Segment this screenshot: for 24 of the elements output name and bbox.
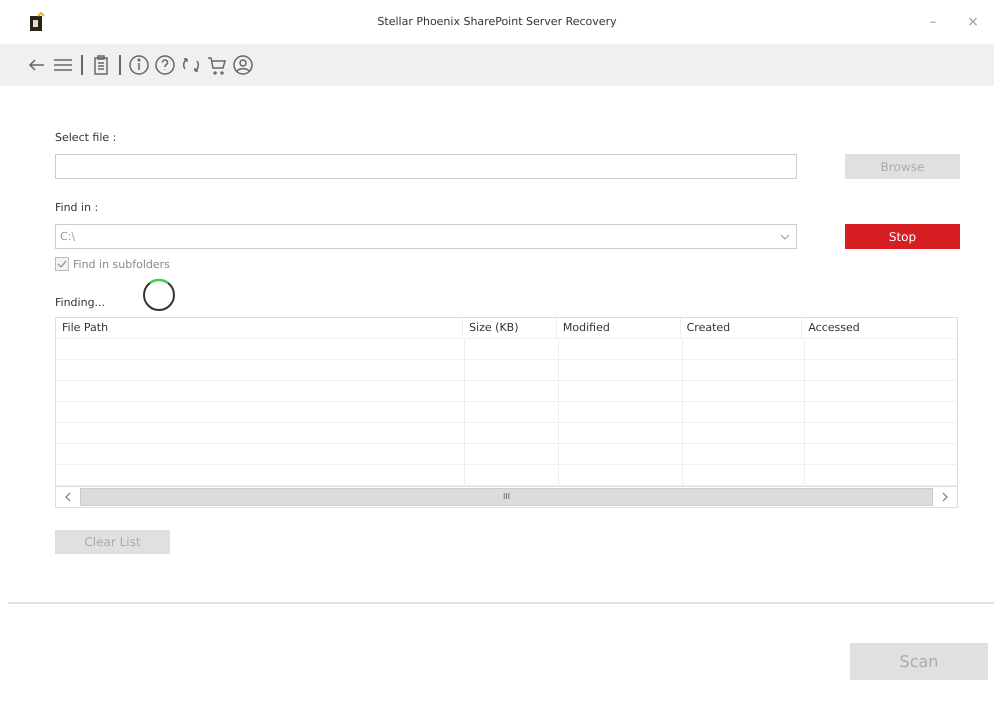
column-header[interactable]: Size (KB) (463, 318, 557, 338)
app-logo-icon (29, 12, 45, 32)
info-icon[interactable] (128, 54, 150, 76)
minimize-button[interactable]: – (920, 14, 946, 30)
help-icon[interactable] (154, 54, 176, 76)
checkbox-label: Find in subfolders (73, 258, 170, 270)
field-label: Find in : (55, 201, 100, 214)
column-header[interactable]: File Path (56, 318, 464, 338)
column-header[interactable]: Accessed (802, 318, 957, 338)
horizontal-scrollbar[interactable]: III (56, 486, 957, 507)
column-header[interactable]: Modified (556, 318, 681, 338)
user-icon[interactable] (232, 54, 254, 76)
status-text: Finding... (55, 296, 106, 308)
stop-button[interactable]: Stop (845, 224, 960, 249)
scroll-thumb[interactable]: III (80, 488, 933, 506)
folder-dropdown[interactable]: C:\ (55, 224, 797, 249)
field-label: Select file : (55, 131, 118, 144)
file-path-field[interactable] (55, 154, 797, 179)
close-button[interactable]: × (960, 14, 986, 30)
chevron-down-icon (780, 234, 790, 240)
window-title: Stellar Phoenix SharePoint Server Recovery (377, 15, 617, 28)
scroll-right-icon[interactable] (941, 492, 949, 502)
column-header[interactable]: Created (680, 318, 802, 338)
scroll-left-icon[interactable] (64, 492, 72, 502)
